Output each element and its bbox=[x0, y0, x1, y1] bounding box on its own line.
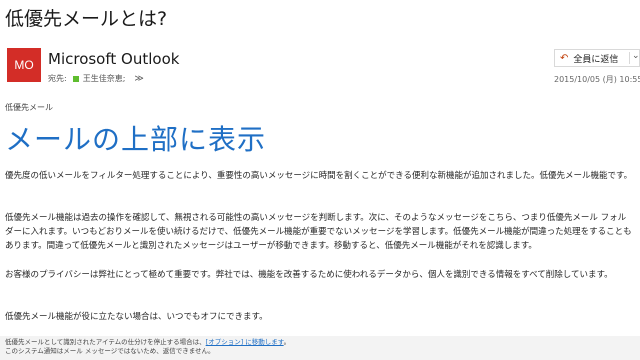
footer-line-2: このシステム通知はメール メッセージではないため、返信できません。 bbox=[5, 347, 215, 355]
expand-recipients-icon[interactable]: ≫ bbox=[134, 74, 143, 84]
to-label: 宛先: bbox=[48, 74, 67, 83]
sender-name[interactable]: Microsoft Outlook bbox=[48, 50, 179, 68]
recipient-row: 宛先: 王生佳奈恵; ≫ bbox=[48, 73, 144, 84]
message-date: 2015/10/05 (月) 10:55 bbox=[554, 75, 640, 84]
reply-all-icon: ↶ bbox=[560, 52, 569, 64]
footer-text-end: 。 bbox=[283, 338, 291, 346]
body-paragraph: お客様のプライバシーは弊社にとって極めて重要です。弊社では、機能を改善するために… bbox=[5, 270, 613, 280]
system-notice-footer: 低優先メールとして識別されたアイテムの仕分けを停止する場合は、[オプション] に… bbox=[0, 336, 640, 360]
options-link[interactable]: [オプション] に移動します bbox=[206, 338, 284, 346]
avatar: MO bbox=[7, 48, 41, 82]
message-subject: 低優先メールとは? bbox=[5, 8, 168, 30]
chevron-down-icon[interactable]: ⌄ bbox=[632, 51, 640, 61]
body-paragraph: 低優先メール機能は過去の操作を確認して、無視される可能性の高いメッセージを判断し… bbox=[5, 213, 632, 251]
reply-all-button[interactable]: ↶ 全員に返信 ⌄ bbox=[554, 49, 640, 67]
footer-line-1: 低優先メールとして識別されたアイテムの仕分けを停止する場合は、[オプション] に… bbox=[5, 338, 635, 347]
recipient-name[interactable]: 王生佳奈恵; bbox=[83, 73, 126, 84]
body-label: 低優先メール bbox=[5, 103, 53, 112]
button-divider bbox=[629, 52, 630, 64]
body-headline: メールの上部に表示 bbox=[5, 123, 267, 156]
body-paragraph: 低優先メール機能が役に立たない場合は、いつでもオフにできます。 bbox=[5, 312, 268, 322]
footer-text: 低優先メールとして識別されたアイテムの仕分けを停止する場合は、 bbox=[5, 338, 206, 346]
body-paragraph: 優先度の低いメールをフィルター処理することにより、重要性の高いメッセージに時間を… bbox=[5, 171, 633, 181]
presence-icon bbox=[72, 75, 79, 82]
reply-all-label: 全員に返信 bbox=[573, 54, 619, 65]
